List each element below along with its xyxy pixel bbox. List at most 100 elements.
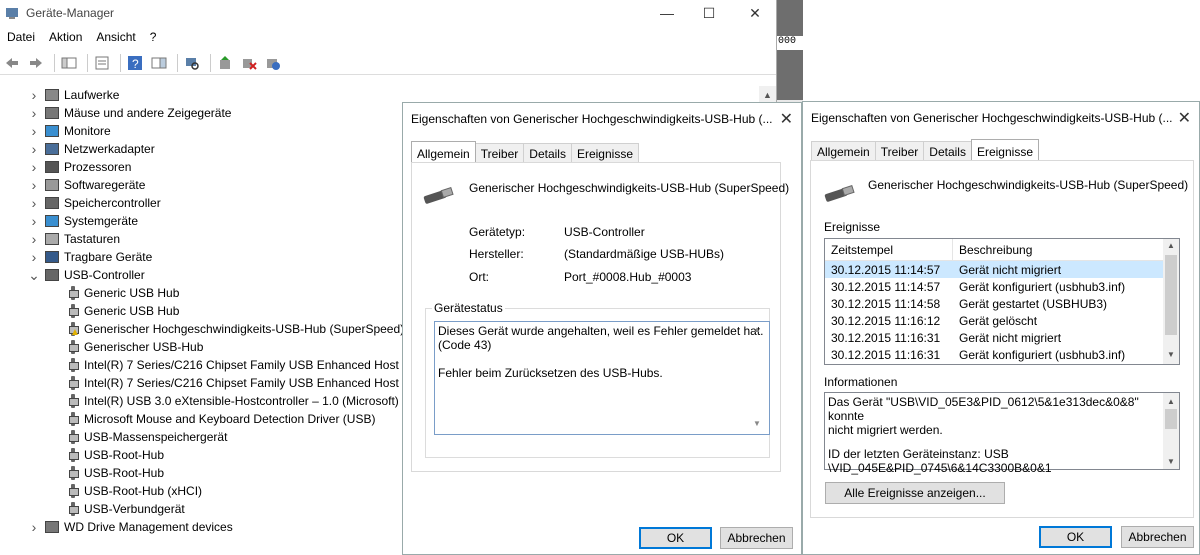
event-row[interactable]: 30.12.2015 11:16:12 Gerät gelöscht <box>825 312 1163 329</box>
usb-icon <box>68 412 79 426</box>
scroll-down-icon[interactable]: ▼ <box>1167 455 1175 469</box>
toolbar: ? <box>0 51 776 75</box>
cancel-button[interactable]: Abbrechen <box>720 527 793 549</box>
event-time: 30.12.2015 11:14:57 <box>831 262 941 277</box>
tree-item-label: Systemgeräte <box>64 214 139 228</box>
category-icon <box>45 89 59 101</box>
chevron-right-icon[interactable]: › <box>27 105 41 121</box>
dialog-title: Eigenschaften von Generischer Hochgeschw… <box>411 112 773 126</box>
category-icon <box>45 179 59 191</box>
chevron-right-icon[interactable]: › <box>27 195 41 211</box>
background-fragment: 000 <box>777 36 803 50</box>
scan-hardware-icon[interactable] <box>182 53 202 73</box>
usb-icon <box>68 304 79 318</box>
info-line: nicht migriert werden. <box>828 423 943 437</box>
toolbar-separator <box>87 53 88 72</box>
tree-item-label: Softwaregeräte <box>64 178 146 192</box>
usb-icon <box>68 484 79 498</box>
action-pane-icon[interactable] <box>149 53 169 73</box>
show-all-events-button[interactable]: Alle Ereignisse anzeigen... <box>825 482 1005 504</box>
tree-item-label: Mäuse und andere Zeigegeräte <box>64 106 232 120</box>
status-blank <box>438 352 766 366</box>
category-icon <box>45 161 59 173</box>
chevron-right-icon[interactable]: › <box>27 87 41 103</box>
toolbar-separator <box>54 53 55 72</box>
menu-datei[interactable]: Datei <box>0 28 42 48</box>
device-name: Generischer Hochgeschwindigkeits-USB-Hub… <box>469 181 790 195</box>
field-value-type: USB-Controller <box>564 225 645 239</box>
scroll-thumb[interactable] <box>1165 255 1177 335</box>
forward-icon[interactable] <box>26 53 46 73</box>
dialog-title: Eigenschaften von Generischer Hochgeschw… <box>811 111 1173 125</box>
events-scrollbar[interactable]: ▲ ▼ <box>1163 239 1179 364</box>
device-name: Generischer Hochgeschwindigkeits-USB-Hub… <box>868 178 1189 192</box>
event-row[interactable]: 30.12.2015 11:16:31 Gerät nicht migriert <box>825 329 1163 346</box>
tree-item-label: USB-Controller <box>64 268 145 282</box>
menu-bar: Datei Aktion Ansicht ? <box>0 28 163 48</box>
field-value-manufacturer: (Standardmäßige USB-HUBs) <box>564 247 725 261</box>
usb-icon <box>68 394 79 408</box>
status-scroll-down-icon[interactable]: ▼ <box>753 419 761 428</box>
column-header-time[interactable]: Zeitstempel <box>825 239 953 261</box>
maximize-button[interactable]: ☐ <box>686 0 732 26</box>
event-description: Gerät konfiguriert (usbhub3.inf) <box>959 279 1126 294</box>
scroll-down-icon[interactable]: ▼ <box>1167 350 1175 359</box>
status-line: (Code 43) <box>438 338 492 352</box>
event-description: Gerät gelöscht <box>959 313 1038 328</box>
back-icon[interactable] <box>2 53 22 73</box>
chevron-right-icon[interactable]: › <box>27 213 41 229</box>
chevron-right-icon[interactable]: › <box>27 231 41 247</box>
field-label-location: Ort: <box>469 270 489 284</box>
scroll-up-icon[interactable]: ▲ <box>1167 395 1175 409</box>
category-icon <box>45 233 59 245</box>
info-textbox[interactable]: Das Gerät "USB\VID_05E3&PID_0612\5&1e313… <box>824 392 1180 475</box>
dialog-close-button[interactable]: ✕ <box>1178 108 1191 128</box>
category-icon <box>45 197 59 209</box>
status-scroll-up-icon[interactable]: ▲ <box>753 325 761 334</box>
column-header-desc[interactable]: Beschreibung <box>953 243 1032 257</box>
category-icon <box>45 269 59 281</box>
event-row[interactable]: 30.12.2015 11:14:57 Gerät nicht migriert <box>825 261 1163 278</box>
chevron-right-icon[interactable]: › <box>27 141 41 157</box>
uninstall-device-icon[interactable] <box>239 53 259 73</box>
chevron-right-icon[interactable]: › <box>27 249 41 265</box>
dialog-title-bar: Eigenschaften von Generischer Hochgeschw… <box>403 103 801 135</box>
chevron-right-icon[interactable]: › <box>27 519 41 535</box>
chevron-right-icon[interactable]: › <box>27 159 41 175</box>
dialog-close-button[interactable]: ✕ <box>780 109 793 129</box>
enable-device-icon[interactable] <box>263 53 283 73</box>
tree-item-label: Generic USB Hub <box>84 286 180 300</box>
menu-help[interactable]: ? <box>143 28 164 48</box>
update-driver-icon[interactable] <box>215 53 235 73</box>
event-row[interactable]: 30.12.2015 11:16:31 Gerät konfiguriert (u… <box>825 346 1163 363</box>
event-description: Gerät konfiguriert (usbhub3.inf) <box>959 347 1126 362</box>
ok-button[interactable]: OK <box>1039 526 1112 548</box>
chevron-right-icon[interactable]: › <box>27 177 41 193</box>
close-button[interactable]: ✕ <box>732 0 778 26</box>
help-icon[interactable]: ? <box>125 53 145 73</box>
field-label-type: Gerätetyp: <box>469 225 526 239</box>
event-row[interactable]: 30.12.2015 11:14:58 Gerät gestartet (USBH… <box>825 295 1163 312</box>
tree-item-label: Intel(R) 7 Series/C216 Chipset Family US… <box>84 358 418 372</box>
svg-text:?: ? <box>132 57 139 71</box>
scroll-thumb[interactable] <box>1165 409 1177 429</box>
menu-aktion[interactable]: Aktion <box>42 28 89 48</box>
status-line: Dieses Gerät wurde angehalten, weil es F… <box>438 324 764 338</box>
show-hide-console-tree-icon[interactable] <box>59 53 79 73</box>
background-window-strip <box>777 0 803 100</box>
status-textbox[interactable]: Dieses Gerät wurde angehalten, weil es F… <box>434 321 770 435</box>
info-scrollbar[interactable]: ▲ ▼ <box>1163 393 1179 469</box>
minimize-button[interactable]: — <box>644 0 690 26</box>
properties-icon[interactable] <box>92 53 112 73</box>
chevron-down-icon[interactable]: ⌄ <box>27 267 41 284</box>
scroll-up-icon[interactable]: ▲ <box>1167 241 1175 250</box>
device-manager-icon <box>6 8 18 19</box>
status-group-label: Gerätestatus <box>432 301 505 315</box>
tree-item-label: Generischer USB-Hub <box>84 340 204 354</box>
event-row[interactable]: 30.12.2015 11:14:57 Gerät konfiguriert (u… <box>825 278 1163 295</box>
cancel-button[interactable]: Abbrechen <box>1121 526 1194 548</box>
menu-ansicht[interactable]: Ansicht <box>89 28 142 48</box>
ok-button[interactable]: OK <box>639 527 712 549</box>
tree-item-label: USB-Root-Hub (xHCI) <box>84 484 203 498</box>
chevron-right-icon[interactable]: › <box>27 123 41 139</box>
